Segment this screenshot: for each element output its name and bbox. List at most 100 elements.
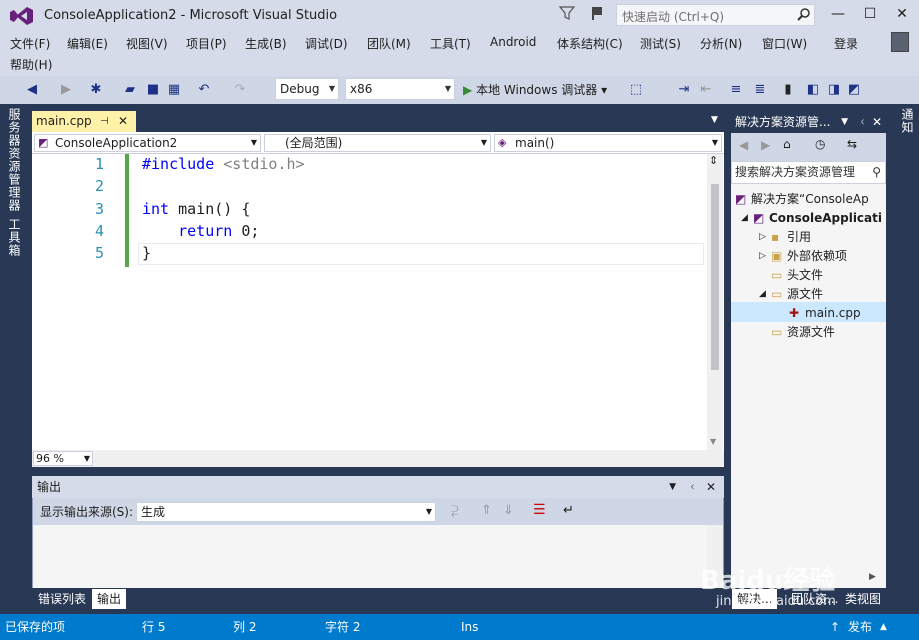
tree-item-label[interactable]: 引用 xyxy=(787,228,811,247)
close-icon[interactable]: ✕ xyxy=(872,111,882,133)
save-icon[interactable]: ■ xyxy=(145,81,161,99)
publish-arrow-icon[interactable]: ↑ xyxy=(830,614,840,640)
menu-architecture[interactable]: 体系结构(C) xyxy=(557,35,623,52)
config-select[interactable]: Debug ▼ xyxy=(275,78,339,100)
open-file-icon[interactable]: ▰ xyxy=(122,81,138,99)
back-icon[interactable]: ◀ xyxy=(739,138,748,152)
clear-all-icon[interactable]: ☰ xyxy=(533,502,546,518)
tree-item-label[interactable]: 源文件 xyxy=(787,285,823,304)
tab-class-view[interactable]: 类视图 xyxy=(840,589,886,609)
zoom-select[interactable]: 96 % ▼ xyxy=(33,451,93,466)
expand-arrow-icon[interactable]: ◢ xyxy=(759,285,766,304)
tree-item-label[interactable]: 资源文件 xyxy=(787,323,835,342)
back-icon[interactable]: ◀ xyxy=(24,81,40,99)
step-icon[interactable]: ⇥ xyxy=(676,81,692,99)
tree-item-label[interactable]: main.cpp xyxy=(805,304,861,323)
scroll-right-icon[interactable]: ▶ xyxy=(869,572,876,582)
pin-icon[interactable]: ⊣ xyxy=(100,111,109,132)
code-editor[interactable] xyxy=(32,154,724,467)
menu-window[interactable]: 窗口(W) xyxy=(762,35,807,52)
editor-horizontal-scrollbar[interactable] xyxy=(32,450,724,467)
menu-test[interactable]: 测试(S) xyxy=(640,35,681,52)
tab-main-cpp[interactable]: main.cpp ⊣ ✕ xyxy=(32,111,136,132)
close-icon[interactable]: ✕ xyxy=(706,476,716,498)
menu-debug[interactable]: 调试(D) xyxy=(305,35,348,52)
close-tab-icon[interactable]: ✕ xyxy=(118,111,128,132)
start-debugger-button[interactable]: ▶ 本地 Windows 调试器 ▾ xyxy=(463,80,607,100)
menu-build[interactable]: 生成(B) xyxy=(245,35,287,52)
toolbox-tab[interactable]: 工具箱 xyxy=(6,218,23,257)
menu-view[interactable]: 视图(V) xyxy=(126,35,168,52)
feedback-funnel-icon[interactable] xyxy=(559,5,575,21)
code-line[interactable]: #include <stdio.h> xyxy=(142,155,305,173)
tab-overflow-icon[interactable]: ▼ xyxy=(711,115,718,125)
tree-item-label[interactable]: ConsoleApplicati xyxy=(769,209,882,228)
tree-item-label[interactable]: 外部依赖项 xyxy=(787,247,847,266)
quick-launch-input[interactable]: 快速启动 (Ctrl+Q) xyxy=(616,4,815,26)
tab-error-list[interactable]: 错误列表 xyxy=(33,589,91,609)
search-icon[interactable]: ⚲ xyxy=(872,162,881,183)
comment-icon[interactable]: ≡ xyxy=(728,81,744,99)
platform-select[interactable]: x86 ▼ xyxy=(345,78,455,100)
pin-icon[interactable]: ᚲ xyxy=(689,476,696,498)
forward-icon[interactable]: ▶ xyxy=(58,81,74,99)
redo-icon[interactable]: ↷ xyxy=(232,81,248,99)
new-project-icon[interactable]: ✱ xyxy=(88,81,104,99)
menu-help[interactable]: 帮助(H) xyxy=(10,56,52,73)
menu-signin[interactable]: 登录 xyxy=(834,35,858,52)
word-wrap-icon[interactable]: ↵ xyxy=(563,503,574,518)
tree-item-label[interactable]: 头文件 xyxy=(787,266,823,285)
menu-tools[interactable]: 工具(T) xyxy=(430,35,471,52)
menu-project[interactable]: 项目(P) xyxy=(186,35,227,52)
chevron-up-icon[interactable]: ▲ xyxy=(880,614,887,640)
chevron-down-icon[interactable]: ▼ xyxy=(841,111,848,133)
code-line[interactable]: return 0; xyxy=(142,222,259,240)
home-icon[interactable]: ⌂ xyxy=(783,137,791,151)
expand-arrow-icon[interactable]: ◢ xyxy=(741,209,748,228)
step-over-icon[interactable]: ⇤ xyxy=(698,81,714,99)
user-avatar-icon[interactable] xyxy=(891,32,909,52)
nav-scope-select[interactable]: (全局范围) ▼ xyxy=(264,134,491,152)
editor-vertical-scrollbar[interactable]: ⇕ ▼ xyxy=(707,154,723,450)
close-button[interactable]: ✕ xyxy=(889,4,915,24)
tab-output[interactable]: 输出 xyxy=(92,589,127,609)
undo-icon[interactable]: ↶ xyxy=(196,81,212,99)
history-icon[interactable]: ◷ xyxy=(815,137,825,151)
menu-android[interactable]: Android xyxy=(490,35,536,49)
nav-project-select[interactable]: ◩ ConsoleApplication2 ▼ xyxy=(34,134,261,152)
chevron-down-icon[interactable]: ▼ xyxy=(669,476,676,498)
next-bookmark-icon[interactable]: ◨ xyxy=(826,81,842,99)
publish-button[interactable]: 发布 xyxy=(848,614,872,640)
menu-file[interactable]: 文件(F) xyxy=(10,35,50,52)
prev-bookmark-icon[interactable]: ◧ xyxy=(805,81,821,99)
code-line[interactable]: } xyxy=(142,244,151,262)
output-source-select[interactable]: 生成 ▼ xyxy=(136,502,436,522)
output-text-area[interactable] xyxy=(33,525,723,588)
pin-icon[interactable]: ᚲ xyxy=(859,111,866,133)
solution-search-input[interactable]: 搜索解决方案资源管理 ⚲ xyxy=(731,161,886,184)
nav-member-select[interactable]: ◈ main() ▼ xyxy=(494,134,722,152)
notification-flag-icon[interactable] xyxy=(589,5,605,21)
scroll-thumb[interactable] xyxy=(711,184,719,370)
code-line[interactable]: int main() { xyxy=(142,200,250,218)
menu-edit[interactable]: 编辑(E) xyxy=(67,35,108,52)
menu-team[interactable]: 团队(M) xyxy=(367,35,411,52)
next-message-icon[interactable]: ⇓ xyxy=(503,503,514,518)
menu-analyze[interactable]: 分析(N) xyxy=(700,35,742,52)
sync-icon[interactable]: ⇆ xyxy=(847,137,857,151)
minimize-button[interactable]: — xyxy=(825,4,851,24)
maximize-button[interactable]: ☐ xyxy=(857,4,883,24)
bookmark-icon[interactable]: ▮ xyxy=(780,81,796,99)
tree-item-label[interactable]: 解决方案“ConsoleAp xyxy=(751,190,869,209)
expand-arrow-icon[interactable]: ▷ xyxy=(759,247,766,266)
split-icon[interactable]: ⇕ xyxy=(709,154,718,167)
uncomment-icon[interactable]: ≣ xyxy=(752,81,768,99)
search-icon[interactable] xyxy=(797,7,811,21)
server-explorer-tab[interactable]: 服务器资源管理器 xyxy=(6,108,23,212)
scroll-down-icon[interactable]: ▼ xyxy=(710,437,716,446)
expand-arrow-icon[interactable]: ▷ xyxy=(759,228,766,247)
find-message-icon[interactable]: ⥻ xyxy=(451,503,459,518)
forward-icon[interactable]: ▶ xyxy=(761,138,770,152)
notifications-tab[interactable]: 通知 xyxy=(899,108,916,134)
save-all-icon[interactable]: ▦ xyxy=(166,81,182,99)
